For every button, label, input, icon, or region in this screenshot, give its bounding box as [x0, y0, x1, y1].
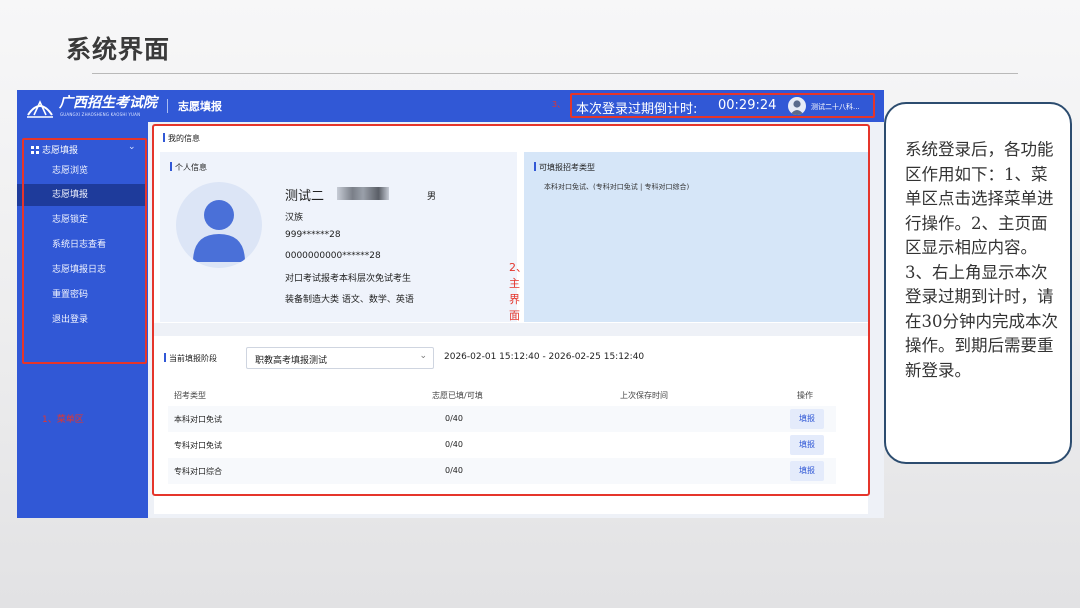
menu-area-label: 1、菜单区: [42, 415, 84, 425]
user-avatar-icon[interactable]: [788, 97, 806, 115]
countdown-highlight: 本次登录过期倒计时: 00:29:24 测试二十八科...: [570, 93, 875, 118]
header-divider: [167, 99, 168, 113]
top-bar: 广西招生考试院 GUANGXI ZHAOSHENG KAOSHI YUAN 志愿…: [17, 90, 884, 122]
logo-icon: [27, 100, 53, 118]
logo-subtitle: GUANGXI ZHAOSHENG KAOSHI YUAN: [60, 112, 141, 117]
main-area-highlight: [152, 124, 870, 496]
title-divider: [92, 73, 1018, 74]
countdown-label: 本次登录过期倒计时:: [576, 102, 698, 117]
note-callout: 系统登录后，各功能区作用如下：1、菜单区点击选择菜单进行操作。2、主页面区显示相…: [884, 102, 1072, 464]
app-title: 志愿填报: [178, 100, 222, 113]
logo-text: 广西招生考试院: [59, 95, 157, 111]
menu-area-highlight: [22, 138, 147, 364]
marker-3: 3、: [552, 100, 566, 109]
note-text: 系统登录后，各功能区作用如下：1、菜单区点击选择菜单进行操作。2、主页面区显示相…: [905, 140, 1058, 380]
user-name[interactable]: 测试二十八科...: [811, 102, 860, 112]
sidebar: 志愿填报 ⌄ 志愿浏览 志愿填报 志愿锁定 系统日志查看 志愿填报日志 重置密码…: [17, 122, 148, 518]
slide-title: 系统界面: [66, 35, 171, 64]
countdown-time: 00:29:24: [718, 98, 777, 113]
